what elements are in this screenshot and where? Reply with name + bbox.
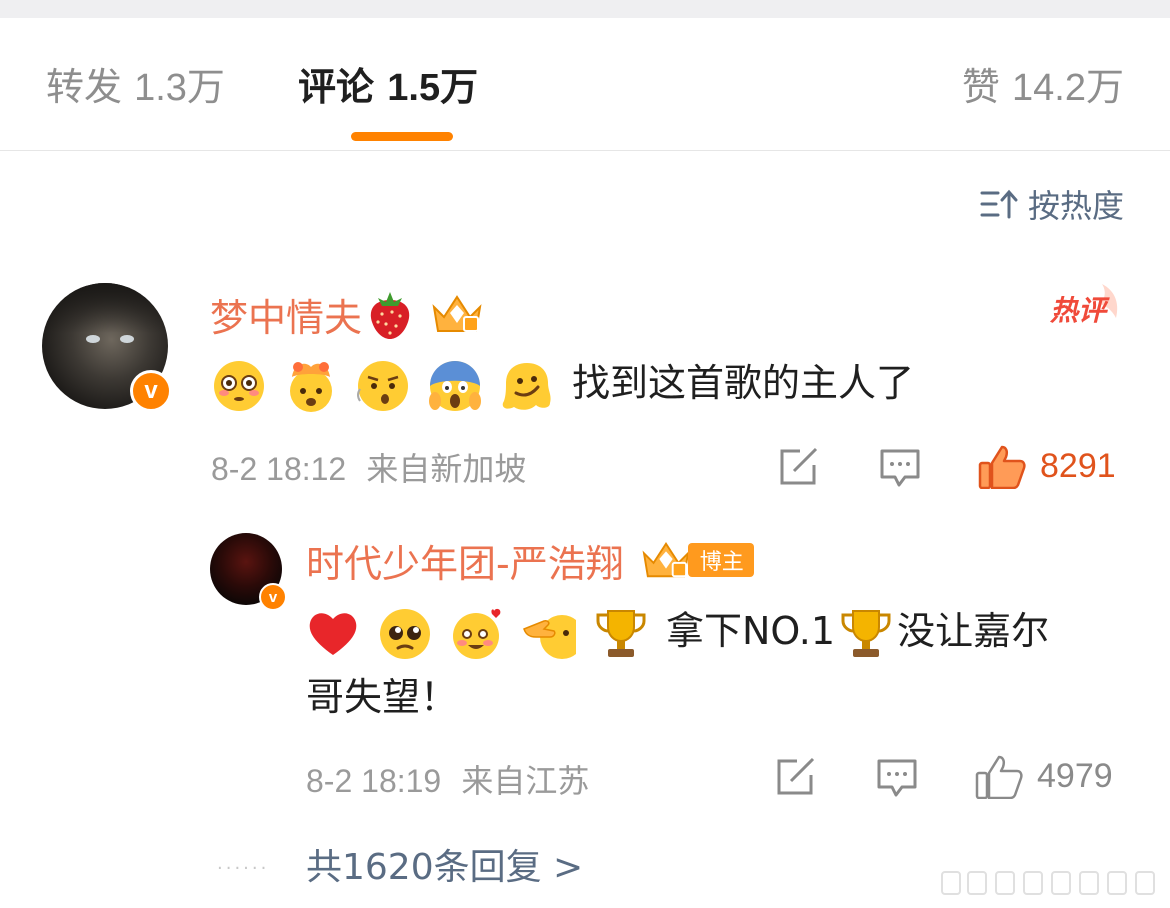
tab-bar: 转发 1.3万 评论 1.5万 赞 14.2万 [0, 18, 1170, 151]
reply-text-part-a: 拿下NO.1 [666, 609, 836, 653]
thumbs-up-icon [975, 755, 1023, 799]
tab-like[interactable]: 赞 14.2万 [962, 62, 1124, 113]
vip-crown-icon [428, 291, 486, 337]
tab-repost[interactable]: 转发 1.3万 [46, 62, 225, 113]
reply-location: 来自江苏 [461, 762, 590, 800]
comment-bubble-icon [880, 449, 920, 487]
watermark [941, 871, 1155, 895]
share-edit-icon [777, 757, 815, 795]
share-button[interactable] [775, 757, 817, 797]
top-strip [0, 0, 1170, 18]
comment-bubble-icon [877, 759, 917, 797]
like-button[interactable]: 8291 [978, 443, 1116, 489]
comment-time: 8-2 18:12 [211, 451, 347, 487]
reply-button[interactable] [876, 757, 918, 799]
comment-meta: 8-2 18:12 来自新加坡 [211, 444, 526, 490]
red-heart-icon [309, 612, 357, 655]
sort-label: 按热度 [1027, 187, 1124, 225]
pleading-face-icon [380, 608, 430, 659]
thread-dots: ······ [217, 858, 270, 879]
verified-icon: v [130, 370, 172, 412]
reply-time: 8-2 18:19 [306, 763, 442, 799]
active-tab-indicator [351, 132, 453, 141]
comment-location: 来自新加坡 [366, 450, 527, 488]
author-badge: 博主 [687, 543, 754, 577]
share-edit-icon [780, 447, 818, 485]
reply-text-part-c: 哥失望！ [306, 675, 459, 719]
share-button[interactable] [778, 447, 820, 487]
like-count: 8291 [1040, 446, 1116, 485]
flushed-face-icon [214, 360, 264, 411]
comment-text-body: 找到这首歌的主人了 [572, 361, 915, 405]
verified-icon: v [259, 583, 287, 611]
reply-text-part-b: 没让嘉尔 [897, 609, 1050, 653]
tab-comment-count: 1.5万 [387, 67, 479, 109]
like-count: 4979 [1037, 756, 1113, 795]
screaming-face-icon [429, 360, 481, 411]
trophy-icon [596, 609, 646, 657]
svg-text:热评: 热评 [1049, 294, 1110, 327]
thumbs-up-icon-active [978, 445, 1026, 489]
tab-comment-label: 评论 [298, 65, 375, 109]
strawberry-icon [370, 292, 410, 339]
trophy-icon [841, 609, 891, 657]
hot-comment-badge: 热评 [1048, 280, 1124, 330]
melting-face-icon [502, 362, 551, 410]
reply-text: 拿下NO.1 没让嘉尔 哥失望！ [306, 598, 1049, 730]
like-button[interactable]: 4979 [975, 753, 1113, 799]
smiling-hearts-face-icon [453, 608, 501, 659]
sort-icon [980, 189, 1018, 219]
reply-meta: 8-2 18:19 来自江苏 [306, 756, 589, 802]
hushed-face-icon [357, 360, 408, 411]
exploding-head-icon [290, 361, 332, 412]
pointing-face-icon [523, 614, 576, 659]
tab-repost-count: 1.3万 [134, 67, 225, 109]
reply-button[interactable] [879, 447, 921, 489]
view-replies-link[interactable]: 共1620条回复 > [306, 838, 583, 890]
reply-username[interactable]: 时代少年团-严浩翔 博主 [306, 534, 754, 586]
vip-crown-icon [638, 538, 694, 582]
tab-comment[interactable]: 评论 1.5万 [298, 62, 478, 113]
tab-repost-label: 转发 [46, 65, 123, 109]
sort-by-hot-button[interactable]: 按热度 [980, 182, 1124, 226]
tab-like-label: 赞 [961, 65, 1000, 109]
comment-text: 找到这首歌的主人了 [212, 352, 914, 414]
tab-like-count: 14.2万 [1012, 67, 1124, 109]
comment-username[interactable]: 梦中情夫 [210, 287, 486, 341]
